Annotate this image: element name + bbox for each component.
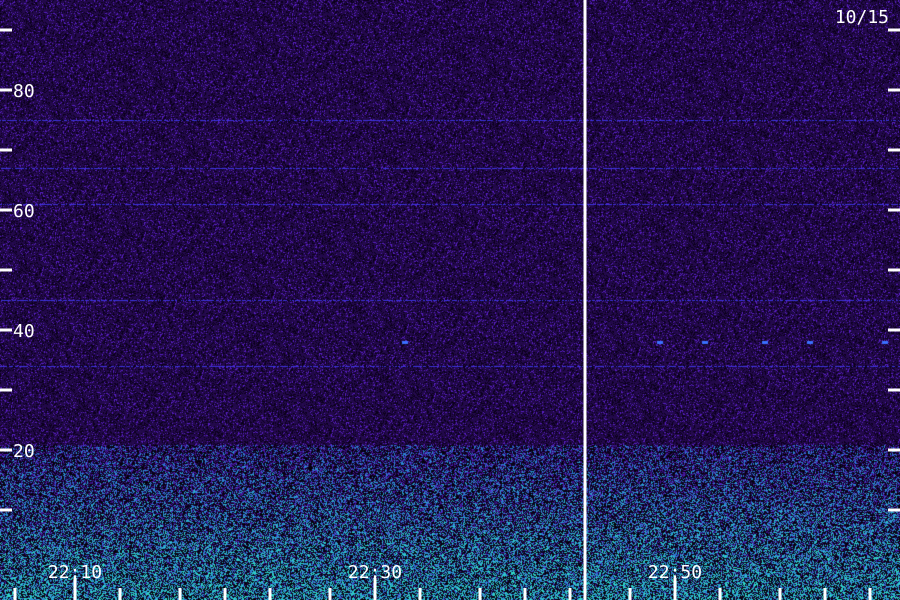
x-axis: 22:10 22:30 22:50 [13, 562, 872, 600]
y-tick-label: 80 [13, 81, 35, 102]
chart-overlay: 10080604020 22:1022:3022:50 10/15 [0, 0, 900, 600]
spectrogram-chart: 10080604020 22:1022:3022:50 10/15 [0, 0, 900, 600]
x-tick-label: 22:10 [48, 562, 102, 583]
y-tick-label: 40 [13, 321, 35, 342]
y-tick-label: 60 [13, 201, 35, 222]
y-tick-label: 20 [13, 441, 35, 462]
date-label: 10/15 [835, 7, 889, 28]
x-tick-label: 22:50 [648, 562, 702, 583]
y-axis: 10080604020 [0, 28, 900, 512]
x-tick-label: 22:30 [348, 562, 402, 583]
